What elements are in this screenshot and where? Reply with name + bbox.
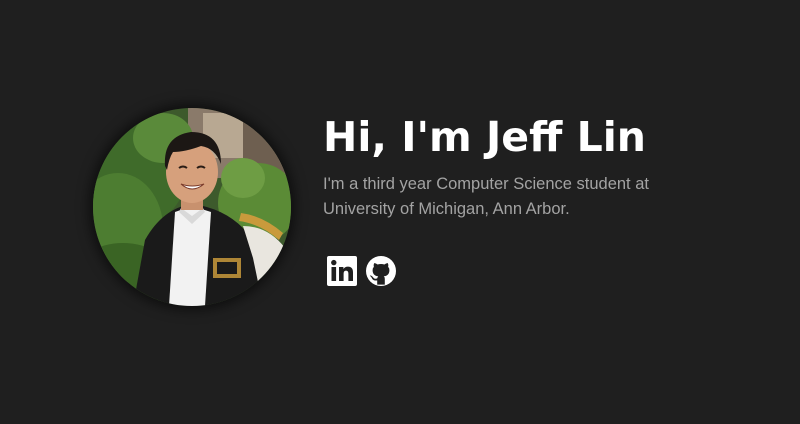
github-link[interactable] xyxy=(365,255,397,287)
linkedin-link[interactable] xyxy=(326,255,358,287)
profile-photo-image xyxy=(93,108,291,306)
linkedin-icon xyxy=(327,256,357,286)
hero-section: Hi, I'm Jeff Lin I'm a third year Comput… xyxy=(0,0,800,424)
profile-photo xyxy=(93,108,291,306)
bio-text: I'm a third year Computer Science studen… xyxy=(323,175,649,218)
intro-block: Hi, I'm Jeff Lin I'm a third year Comput… xyxy=(323,108,763,222)
social-links xyxy=(326,255,397,287)
github-icon xyxy=(366,256,396,286)
page-title: Hi, I'm Jeff Lin xyxy=(323,113,646,161)
